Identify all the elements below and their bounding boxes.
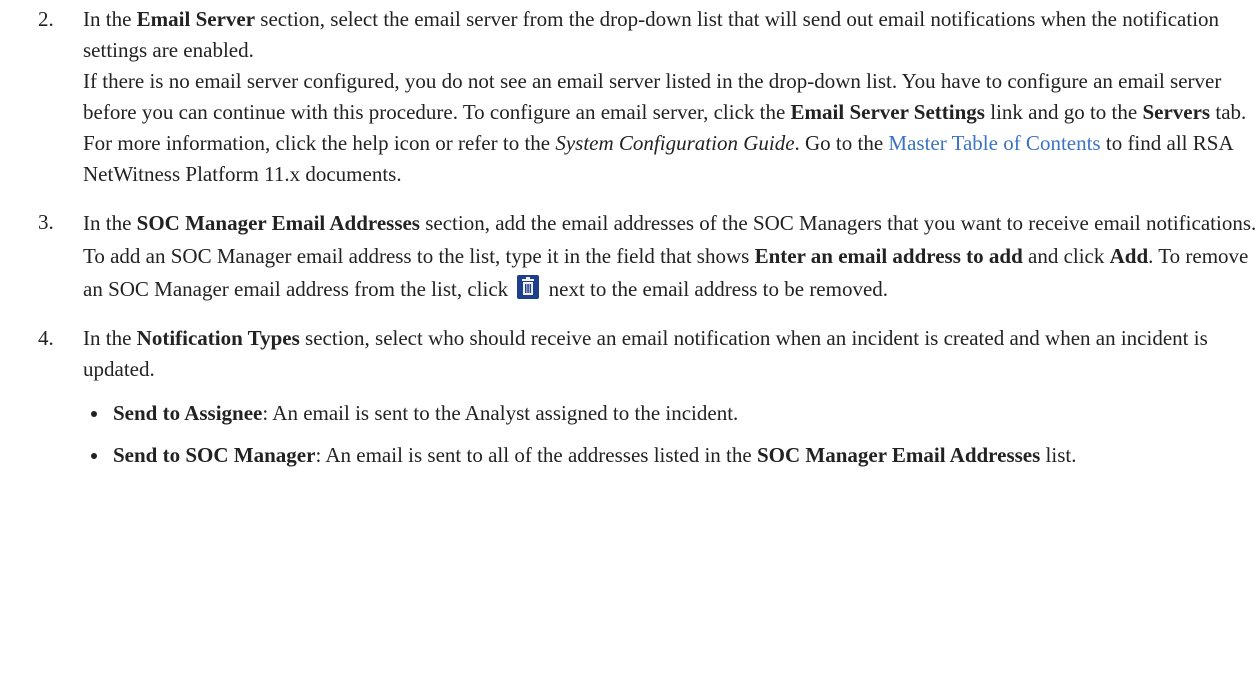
step-2-paragraph-1: In the Email Server section, select the …: [83, 7, 1220, 62]
document-page: 2. In the Email Server section, select t…: [0, 0, 1257, 470]
email-server-section-name: Email Server: [136, 7, 256, 31]
step-3-paragraph: In the SOC Manager Email Addresses secti…: [83, 211, 1257, 301]
send-to-assignee-label: Send to Assignee: [113, 401, 263, 425]
soc-manager-email-addresses-ref: SOC Manager Email Addresses: [756, 443, 1041, 467]
send-to-soc-manager-label: Send to SOC Manager: [113, 443, 316, 467]
email-field-placeholder-ref: Enter an email address to add: [754, 244, 1023, 268]
notification-types-section-name: Notification Types: [136, 326, 300, 350]
list-item-send-to-assignee: Send to Assignee: An email is sent to th…: [83, 399, 1257, 428]
master-table-of-contents-link[interactable]: Master Table of Contents: [888, 131, 1100, 155]
procedure-steps: 2. In the Email Server section, select t…: [0, 4, 1257, 470]
step-number: 4.: [38, 326, 54, 350]
step-4-paragraph: In the Notification Types section, selec…: [83, 326, 1208, 381]
trash-icon: [517, 275, 540, 299]
servers-tab-ref: Servers: [1142, 100, 1211, 124]
step-2: 2. In the Email Server section, select t…: [0, 4, 1257, 190]
email-server-settings-ref: Email Server Settings: [790, 100, 985, 124]
step-3: 3. In the SOC Manager Email Addresses se…: [0, 207, 1257, 306]
soc-manager-email-addresses-section-name: SOC Manager Email Addresses: [136, 211, 420, 235]
notification-type-list: Send to Assignee: An email is sent to th…: [83, 399, 1257, 470]
list-item-send-to-soc-manager: Send to SOC Manager: An email is sent to…: [83, 441, 1257, 470]
step-4: 4. In the Notification Types section, se…: [0, 323, 1257, 470]
step-number: 3.: [38, 210, 54, 234]
step-2-paragraph-2: If there is no email server configured, …: [83, 69, 1247, 186]
system-configuration-guide-ref: System Configuration Guide: [555, 131, 795, 155]
add-button-ref: Add: [1109, 244, 1149, 268]
step-number: 2.: [38, 7, 54, 31]
